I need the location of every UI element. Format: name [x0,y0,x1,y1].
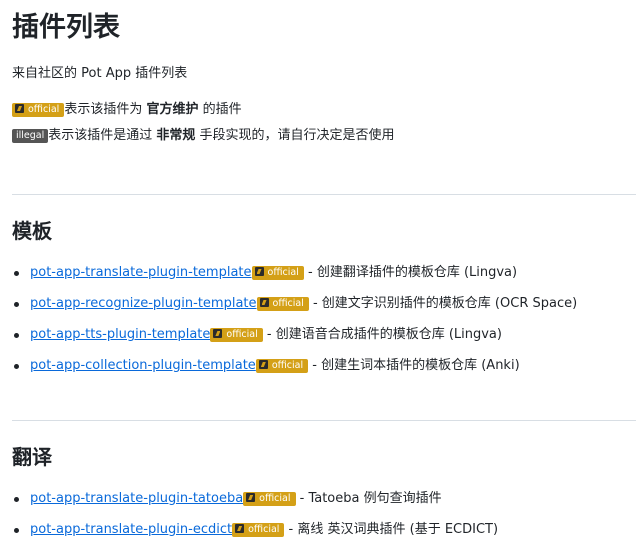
section-heading-template: 模板 [12,219,52,243]
official-badge: official [255,359,309,373]
pot-logo-icon [213,329,223,338]
plugin-description: - 创建生词本插件的模板仓库 (Anki) [308,358,520,373]
divider [12,194,636,195]
list-item: pot-app-translate-plugin-ecdict official … [12,519,498,550]
bullet-icon [14,364,19,369]
pot-logo-icon [15,104,24,113]
bullet-icon [14,271,19,276]
official-badge: official [232,523,285,537]
plugin-list-template: pot-app-translate-plugin-template officia… [12,262,577,386]
bullet-icon [14,333,19,338]
legend-illegal: illegal 表示该插件是通过 非常规 手段实现的，请自行决定是否使用 [12,126,395,146]
bullet-icon [14,528,19,533]
official-badge: official [12,103,65,117]
plugin-link[interactable]: pot-app-collection-plugin-template [30,358,256,373]
plugin-description: - 离线 英汉词典插件 (基于 ECDICT) [284,522,499,537]
list-item: pot-app-recognize-plugin-template officia… [12,293,577,324]
bullet-icon [14,302,19,307]
bullet-icon [14,497,19,502]
list-item: pot-app-translate-plugin-template officia… [12,262,577,293]
pot-logo-icon [246,493,256,502]
pot-logo-icon [235,524,245,533]
page-subtitle: 来自社区的 Pot App 插件列表 [12,66,188,81]
plugin-link[interactable]: pot-app-tts-plugin-template [30,327,210,342]
plugin-description: - 创建语音合成插件的模板仓库 (Lingva) [262,327,502,342]
page-title: 插件列表 [12,12,120,43]
official-badge: official [251,266,304,280]
list-item: pot-app-tts-plugin-template official - 创建… [12,324,577,355]
plugin-description: - 创建文字识别插件的模板仓库 (OCR Space) [308,296,578,311]
plugin-link[interactable]: pot-app-translate-plugin-tatoeba [30,491,243,506]
list-item: pot-app-translate-plugin-tatoeba official… [12,488,498,519]
plugin-description: - Tatoeba 例句查询插件 [295,491,442,506]
plugin-link[interactable]: pot-app-recognize-plugin-template [30,296,257,311]
illegal-badge: illegal [12,129,49,143]
list-item: pot-app-collection-plugin-template offici… [12,355,577,386]
legend-official: official 表示该插件为 官方维护 的插件 [12,100,242,120]
pot-logo-icon [259,298,269,307]
plugin-link[interactable]: pot-app-translate-plugin-ecdict [30,522,232,537]
pot-logo-icon [258,360,268,369]
section-heading-translate: 翻译 [12,445,52,469]
plugin-description: - 创建翻译插件的模板仓库 (Lingva) [303,265,518,280]
divider [12,420,636,421]
plugin-list-translate: pot-app-translate-plugin-tatoeba official… [12,488,498,550]
official-badge: official [256,297,309,311]
official-badge: official [210,328,263,342]
plugin-link[interactable]: pot-app-translate-plugin-template [30,265,252,280]
pot-logo-icon [254,267,264,276]
official-badge: official [243,492,296,506]
